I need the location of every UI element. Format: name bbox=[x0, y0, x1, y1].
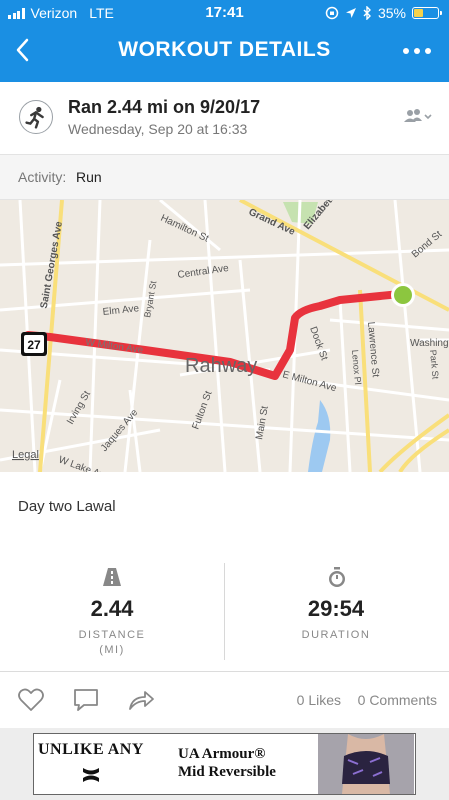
share-icon[interactable] bbox=[127, 687, 155, 713]
ad-headline: UNLIKE ANY bbox=[38, 741, 144, 758]
comments-count[interactable]: 0 Comments bbox=[358, 692, 437, 708]
running-man-icon bbox=[19, 100, 53, 134]
route-map[interactable]: 27 Grand Ave Elizabeth Ave Hamilton St C… bbox=[0, 200, 449, 472]
workout-header-card bbox=[0, 82, 449, 154]
activity-label: Activity: bbox=[18, 169, 67, 185]
ad-product-photo bbox=[318, 734, 414, 794]
route-shield-label: 27 bbox=[27, 338, 41, 352]
location-icon bbox=[345, 8, 356, 18]
comment-icon[interactable] bbox=[72, 687, 100, 713]
workout-datetime: Wednesday, Sep 20 at 16:33 bbox=[68, 121, 248, 137]
distance-unit: (MI) bbox=[99, 644, 125, 656]
battery-icon bbox=[412, 7, 442, 19]
activity-type: Run bbox=[76, 169, 102, 185]
battery-percent: 35% bbox=[377, 5, 406, 21]
svg-text:Rahway: Rahway bbox=[185, 355, 257, 377]
status-bar: Verizon LTE 17:41 35% bbox=[0, 0, 449, 26]
activity-row bbox=[0, 154, 449, 200]
workout-title: Ran 2.44 mi on 9/20/17 bbox=[68, 97, 261, 117]
duration-label: DURATION bbox=[301, 629, 371, 641]
more-options-icon[interactable] bbox=[403, 40, 431, 54]
like-heart-icon[interactable] bbox=[17, 687, 45, 713]
duration-value: 29:54 bbox=[307, 596, 365, 621]
under-armour-logo-icon bbox=[83, 768, 99, 782]
rotation-lock-icon bbox=[325, 6, 339, 20]
ad-product-line2: Mid Reversible bbox=[178, 764, 276, 780]
road-icon bbox=[103, 568, 121, 586]
stats-divider bbox=[224, 563, 225, 660]
distance-value: 2.44 bbox=[90, 596, 134, 621]
distance-label: DISTANCE bbox=[78, 629, 146, 641]
likes-count[interactable]: 0 Likes bbox=[297, 692, 341, 708]
bluetooth-icon bbox=[363, 6, 371, 20]
app-header: Verizon LTE 17:41 35% WORKOUT DETAILS bbox=[0, 0, 449, 82]
ad-product-line1: UA Armour® bbox=[178, 746, 266, 762]
map-legal-link: Legal bbox=[12, 449, 39, 461]
stopwatch-icon bbox=[329, 567, 345, 587]
svg-text:Washington St: Washington St bbox=[410, 338, 449, 349]
map-canvas: 27 Grand Ave Elizabeth Ave Hamilton St C… bbox=[0, 200, 449, 472]
end-marker bbox=[394, 286, 412, 304]
privacy-friends-icon[interactable] bbox=[402, 107, 434, 125]
page-title: WORKOUT DETAILS bbox=[118, 38, 331, 61]
workout-note: Day two Lawal bbox=[18, 498, 116, 515]
